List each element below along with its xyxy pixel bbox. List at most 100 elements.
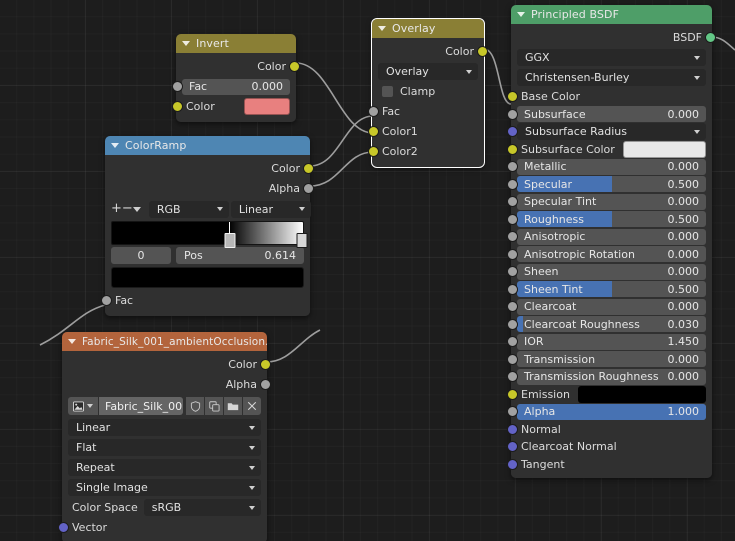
imagetex-interpolation-dropdown[interactable]: Linear bbox=[68, 419, 261, 436]
socket-bsdf-alpha-in[interactable] bbox=[507, 406, 518, 417]
bsdf-input-clearcoat-roughness[interactable]: Clearcoat Roughness 0.030 bbox=[507, 316, 706, 333]
socket-bsdf-specular-tint-in[interactable] bbox=[507, 196, 518, 207]
open-folder-icon[interactable] bbox=[224, 397, 242, 415]
socket-bsdf-subsurface-color-in[interactable] bbox=[507, 143, 518, 155]
bsdf-input-transmission[interactable]: Transmission 0.000 bbox=[507, 351, 706, 368]
socket-imagetex-color-out[interactable] bbox=[260, 359, 271, 370]
colorramp-menu-button[interactable] bbox=[132, 206, 141, 212]
socket-bsdf-metallic-in[interactable] bbox=[507, 161, 518, 172]
overlay-clamp-row[interactable]: Clamp bbox=[378, 82, 478, 101]
bsdf-subsurface-method-row[interactable]: Christensen-Burley bbox=[517, 68, 706, 87]
socket-imagetex-vector-in[interactable] bbox=[58, 522, 69, 533]
colorramp-stop-0[interactable] bbox=[224, 222, 235, 248]
bsdf-input-transmission-roughness[interactable]: Transmission Roughness 0.000 bbox=[507, 368, 706, 385]
socket-bsdf-normal-in[interactable] bbox=[507, 423, 518, 435]
bsdf-input-clearcoat[interactable]: Clearcoat 0.000 bbox=[507, 298, 706, 315]
imagetex-source-row[interactable]: Single Image bbox=[68, 478, 261, 497]
bsdf-subsurface-method-dropdown[interactable]: Christensen-Burley bbox=[517, 69, 706, 86]
bsdf-anisotropic-slider[interactable]: Anisotropic 0.000 bbox=[517, 228, 706, 245]
bsdf-input-ior[interactable]: IOR 1.450 bbox=[507, 333, 706, 350]
socket-overlay-color2-in[interactable] bbox=[368, 146, 379, 157]
bsdf-metallic-slider[interactable]: Metallic 0.000 bbox=[517, 158, 706, 175]
colorramp-index-field[interactable]: 0 bbox=[111, 247, 171, 264]
bsdf-anisotropic-rotation-slider[interactable]: Anisotropic Rotation 0.000 bbox=[517, 246, 706, 262]
new-image-copy-icon[interactable] bbox=[205, 397, 223, 415]
colorramp-index-pos-row[interactable]: 0 Pos 0.614 bbox=[111, 247, 304, 264]
bsdf-transmission-slider[interactable]: Transmission 0.000 bbox=[517, 351, 706, 367]
colorramp-stop-1[interactable] bbox=[296, 233, 308, 248]
socket-bsdf-subsurface-radius-in[interactable] bbox=[507, 126, 518, 137]
bsdf-roughness-slider[interactable]: Roughness 0.500 bbox=[517, 211, 706, 227]
unlink-x-icon[interactable] bbox=[243, 397, 261, 415]
bsdf-input-subsurface-radius[interactable]: Subsurface Radius bbox=[507, 123, 706, 140]
invert-fac-slider[interactable]: Fac 0.000 bbox=[182, 78, 290, 95]
invert-input-color[interactable]: Color bbox=[172, 97, 290, 116]
imagetex-extension-row[interactable]: Repeat bbox=[68, 458, 261, 477]
imagetex-interpolation-row[interactable]: Linear bbox=[68, 418, 261, 437]
socket-bsdf-tangent-in[interactable] bbox=[507, 458, 518, 470]
collapse-triangle-icon[interactable] bbox=[68, 339, 76, 344]
overlay-input-color2[interactable]: Color2 bbox=[368, 142, 478, 161]
socket-bsdf-transmission-in[interactable] bbox=[507, 353, 518, 365]
socket-bsdf-roughness-in[interactable] bbox=[507, 213, 518, 225]
socket-bsdf-clearcoat-in[interactable] bbox=[507, 301, 518, 312]
bsdf-input-sheen[interactable]: Sheen 0.000 bbox=[507, 263, 706, 280]
image-browse-icon[interactable] bbox=[68, 397, 98, 415]
bsdf-ior-slider[interactable]: IOR 1.450 bbox=[517, 333, 706, 350]
socket-bsdf-specular-in[interactable] bbox=[507, 178, 518, 190]
imagetex-extension-dropdown[interactable]: Repeat bbox=[68, 459, 261, 476]
bsdf-clearcoat-slider[interactable]: Clearcoat 0.000 bbox=[517, 298, 706, 315]
bsdf-input-specular-tint[interactable]: Specular Tint 0.000 bbox=[507, 193, 706, 210]
socket-invert-fac-in[interactable] bbox=[172, 81, 183, 92]
bsdf-input-metallic[interactable]: Metallic 0.000 bbox=[507, 158, 706, 175]
bsdf-specular-tint-slider[interactable]: Specular Tint 0.000 bbox=[517, 193, 706, 210]
overlay-blend-mode-dropdown[interactable]: Overlay bbox=[378, 63, 478, 80]
socket-bsdf-subsurface-in[interactable] bbox=[507, 108, 518, 120]
imagetex-input-vector[interactable]: Vector bbox=[58, 518, 261, 537]
bsdf-emission-swatch[interactable] bbox=[577, 385, 706, 403]
socket-bsdf-sheen-tint-in[interactable] bbox=[507, 283, 518, 295]
node-image-texture[interactable]: Fabric_Silk_001_ambientOcclusion.jpg Col… bbox=[58, 332, 271, 541]
socket-bsdf-base-color-in[interactable] bbox=[507, 91, 518, 102]
overlay-input-fac[interactable]: Fac bbox=[368, 102, 478, 121]
socket-colorramp-color-out[interactable] bbox=[303, 163, 314, 174]
bsdf-subsurface-color-swatch[interactable] bbox=[622, 140, 706, 158]
bsdf-specular-slider[interactable]: Specular 0.500 bbox=[517, 176, 706, 192]
imagetex-source-dropdown[interactable]: Single Image bbox=[68, 479, 261, 496]
node-overlay-header[interactable]: Overlay bbox=[372, 19, 484, 38]
socket-invert-color-out[interactable] bbox=[289, 61, 300, 72]
bsdf-input-roughness[interactable]: Roughness 0.500 bbox=[507, 211, 706, 228]
bsdf-alpha-slider[interactable]: Alpha 1.000 bbox=[517, 403, 706, 420]
bsdf-input-sheen-tint[interactable]: Sheen Tint 0.500 bbox=[507, 281, 706, 298]
socket-bsdf-ior-in[interactable] bbox=[507, 336, 518, 347]
invert-color-swatch[interactable] bbox=[244, 98, 290, 115]
colorramp-toolbar[interactable]: + − RGB Linear bbox=[111, 200, 311, 218]
node-principled-bsdf-header[interactable]: Principled BSDF bbox=[511, 5, 712, 24]
node-invert-header[interactable]: Invert bbox=[176, 34, 296, 53]
imagetex-name-field[interactable]: Fabric_Silk_001_... bbox=[99, 397, 183, 415]
bsdf-input-specular[interactable]: Specular 0.500 bbox=[507, 176, 706, 193]
node-principled-bsdf[interactable]: Principled BSDF BSDF GGX Christensen-Bur… bbox=[507, 5, 716, 478]
bsdf-subsurface-slider[interactable]: Subsurface 0.000 bbox=[517, 106, 706, 122]
socket-colorramp-alpha-out[interactable] bbox=[303, 183, 314, 194]
imagetex-datablock-row[interactable]: Fabric_Silk_001_... bbox=[68, 397, 261, 415]
colorramp-interpolation-dropdown[interactable]: Linear bbox=[230, 200, 311, 218]
bsdf-distribution-dropdown[interactable]: GGX bbox=[517, 49, 706, 66]
socket-bsdf-transmission-roughness-in[interactable] bbox=[507, 371, 518, 382]
colorramp-gradient-bar[interactable] bbox=[111, 221, 304, 245]
bsdf-input-emission[interactable]: Emission bbox=[507, 385, 706, 403]
bsdf-input-normal[interactable]: Normal bbox=[507, 421, 706, 438]
bsdf-subsurface-radius-dropdown[interactable]: Subsurface Radius bbox=[517, 123, 706, 140]
socket-bsdf-out[interactable] bbox=[705, 32, 716, 43]
bsdf-clearcoat-roughness-slider[interactable]: Clearcoat Roughness 0.030 bbox=[517, 316, 706, 332]
colorramp-pos-field[interactable]: Pos 0.614 bbox=[176, 247, 304, 264]
collapse-triangle-icon[interactable] bbox=[111, 143, 119, 148]
collapse-triangle-icon[interactable] bbox=[182, 41, 190, 46]
bsdf-sheen-tint-slider[interactable]: Sheen Tint 0.500 bbox=[517, 281, 706, 297]
socket-bsdf-anisotropic-in[interactable] bbox=[507, 231, 518, 242]
socket-overlay-fac-in[interactable] bbox=[368, 106, 379, 117]
imagetex-colorspace-row[interactable]: Color Space sRGB bbox=[68, 499, 261, 516]
collapse-triangle-icon[interactable] bbox=[378, 26, 386, 31]
colorramp-selected-color-swatch[interactable] bbox=[111, 267, 304, 288]
colorramp-input-fac[interactable]: Fac bbox=[101, 291, 304, 310]
